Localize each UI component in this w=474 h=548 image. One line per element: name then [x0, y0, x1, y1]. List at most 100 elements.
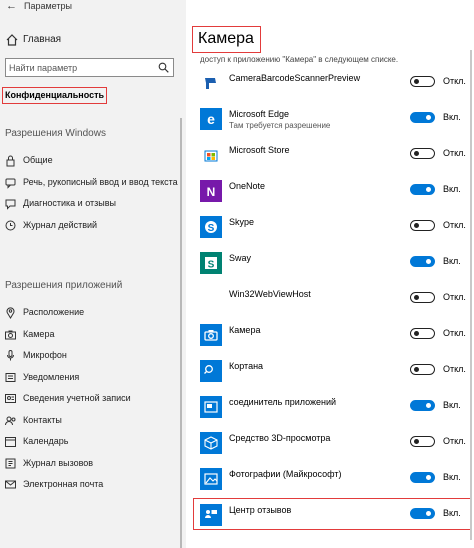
app-camera-toggle[interactable]: [410, 328, 435, 339]
search-input[interactable]: [9, 60, 149, 75]
app-camera-toggle[interactable]: [410, 400, 435, 411]
nav-item-location[interactable]: Расположение: [0, 304, 184, 321]
toggle-knob: [426, 403, 431, 408]
app-tile: [200, 360, 222, 382]
app-camera-toggle[interactable]: [410, 292, 435, 303]
app-name: соединитель приложений: [229, 397, 337, 407]
nav-item-notifications[interactable]: Уведомления: [0, 369, 184, 386]
back-button[interactable]: ←: [6, 0, 17, 12]
app-row: S Skype Откл.: [196, 212, 466, 246]
group-app-permissions: Разрешения приложений: [5, 280, 123, 291]
nav-home-label: Главная: [23, 34, 62, 45]
app-name: Sway: [229, 253, 252, 263]
app-camera-toggle[interactable]: [410, 148, 435, 159]
cortana-icon: [204, 365, 213, 374]
toggle-state-label: Откл.: [443, 328, 466, 338]
app-camera-toggle[interactable]: [410, 436, 435, 447]
toggle-state-label: Откл.: [443, 436, 466, 446]
toggle-state-label: Откл.: [443, 292, 466, 302]
app-row: N OneNote Вкл.: [196, 176, 466, 210]
search-box[interactable]: [5, 58, 174, 77]
nav-item-contacts[interactable]: Контакты: [0, 412, 184, 429]
location-icon: [6, 307, 15, 319]
toggle-knob: [414, 439, 419, 444]
section-privacy[interactable]: Конфиденциальность: [2, 87, 107, 104]
app-row: Microsoft Store Откл.: [196, 140, 466, 174]
search-icon[interactable]: [158, 62, 169, 73]
toggle-knob: [414, 79, 419, 84]
store-icon: [204, 150, 218, 162]
app-name: Камера: [229, 325, 261, 335]
nav-item-label: Контакты: [23, 414, 62, 425]
toggle-state-label: Откл.: [443, 364, 466, 374]
svg-text:S: S: [208, 260, 215, 271]
navigation-pane: ← Параметры Главная Конфиденциальность Р…: [0, 0, 186, 548]
app-tile: [200, 468, 222, 490]
toggle-knob: [414, 295, 419, 300]
calendar-icon: [5, 437, 16, 447]
nav-item-account-info[interactable]: Сведения учетной записи: [0, 390, 184, 407]
toggle-knob: [414, 223, 419, 228]
nav-item-microphone[interactable]: Микрофон: [0, 347, 184, 364]
app-camera-toggle[interactable]: [410, 76, 435, 87]
app-camera-toggle[interactable]: [410, 220, 435, 231]
nav-item-label: Журнал действий: [23, 219, 98, 230]
nav-item-label: Электронная почта: [23, 479, 104, 489]
content-scrollbar[interactable]: [470, 50, 472, 540]
nav-item-feedback[interactable]: Диагностика и отзывы: [0, 195, 184, 212]
toggle-state-label: Откл.: [443, 220, 466, 230]
toggle-knob: [426, 187, 431, 192]
app-camera-toggle[interactable]: [410, 112, 435, 123]
photos-icon: [204, 473, 218, 485]
nav-item-label: Журнал вызовов: [23, 457, 94, 468]
nav-item-email[interactable]: Электронная почта: [0, 476, 184, 493]
app-subtext: Там требуется разрешение: [229, 121, 331, 130]
nav-item-lock[interactable]: Общие: [0, 152, 184, 169]
nav-item-calendar[interactable]: Календарь: [0, 433, 184, 450]
app-name: Кортана: [229, 361, 264, 371]
toggle-state-label: Вкл.: [443, 256, 461, 266]
camera-icon: [5, 330, 16, 339]
toggle-knob: [414, 331, 419, 336]
app-tile: N: [200, 180, 222, 202]
app-row: Кортана Откл.: [196, 356, 466, 390]
nav-item-label: Расположение: [23, 307, 85, 317]
app-camera-toggle[interactable]: [410, 472, 435, 483]
app-row: S Sway Вкл.: [196, 248, 466, 282]
sway-icon: S: [205, 257, 217, 271]
app-row: Камера Откл.: [196, 320, 466, 354]
app-tile: [200, 324, 222, 346]
camera-app-icon: [204, 330, 218, 341]
activity-icon: [5, 220, 16, 230]
nav-item-call-history[interactable]: Журнал вызовов: [0, 455, 184, 472]
nav-item-label: Календарь: [23, 436, 69, 446]
email-icon: [5, 480, 16, 489]
app-tile: [200, 432, 222, 454]
webview-icon: [203, 291, 219, 307]
page-title-text: Камера: [198, 30, 254, 47]
app-row: e Microsoft Edge Там требуется разрешение В…: [196, 104, 466, 138]
app-name: Microsoft Store: [229, 145, 290, 155]
app-camera-toggle[interactable]: [410, 184, 435, 195]
edge-icon: e: [207, 111, 215, 127]
account-info-icon: [5, 394, 16, 403]
app-camera-toggle[interactable]: [410, 364, 435, 375]
nav-item-label: Общие: [23, 155, 53, 165]
nav-item-activity[interactable]: Журнал действий: [0, 217, 184, 234]
app-tile: [200, 396, 222, 418]
nav-item-label: Уведомления: [23, 371, 80, 382]
svg-text:N: N: [207, 185, 216, 199]
svg-text:S: S: [208, 223, 215, 234]
nav-home[interactable]: Главная: [0, 31, 186, 49]
app-row: CameraBarcodeScannerPreview Откл.: [196, 68, 466, 102]
app-name: Microsoft Edge: [229, 109, 290, 119]
toggle-knob: [414, 151, 419, 156]
toggle-state-label: Откл.: [443, 148, 466, 158]
app-camera-toggle[interactable]: [410, 256, 435, 267]
nav-scrollbar[interactable]: [180, 118, 182, 548]
app-tile: e: [200, 108, 222, 130]
nav-item-speech[interactable]: Речь, рукописный ввод и ввод текста: [0, 174, 184, 191]
nav-item-camera[interactable]: Камера: [0, 326, 184, 343]
lock-icon: [6, 155, 15, 167]
app-name: Средство 3D-просмотра: [229, 433, 331, 443]
